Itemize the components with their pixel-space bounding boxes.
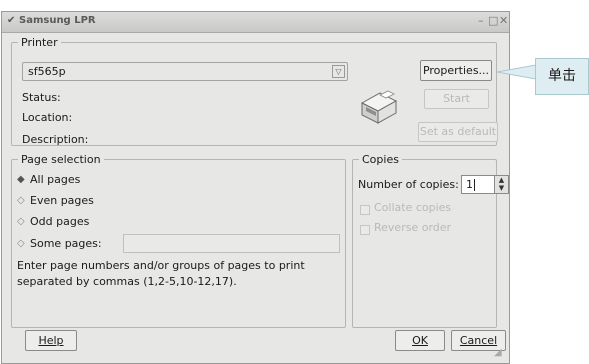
radio-unselected-icon: ◇ bbox=[17, 195, 25, 206]
set-as-default-button[interactable]: Set as default bbox=[418, 122, 498, 142]
radio-even-pages[interactable]: ◇ Even pages bbox=[12, 194, 332, 210]
page-selection-group: Page selection ◆ All pages ◇ Even pages … bbox=[11, 153, 346, 328]
number-of-copies-label: Number of copies: bbox=[358, 178, 459, 191]
radio-some-pages[interactable]: ◇ Some pages: bbox=[12, 237, 112, 253]
window-menu-icon[interactable]: ✔ bbox=[7, 15, 15, 26]
radio-selected-icon: ◆ bbox=[17, 174, 25, 185]
page-range-hint-2: separated by commas (1,2-5,10-12,17). bbox=[17, 275, 237, 288]
radio-unselected-icon: ◇ bbox=[17, 216, 25, 227]
collate-copies-checkbox[interactable] bbox=[360, 205, 370, 215]
description-label: Description: bbox=[22, 133, 89, 146]
page-selection-group-label: Page selection bbox=[21, 153, 101, 166]
reverse-order-checkbox[interactable] bbox=[360, 225, 370, 235]
resize-grip-icon[interactable]: ◢ bbox=[494, 347, 502, 358]
radio-label: Even pages bbox=[30, 194, 94, 207]
minimize-icon[interactable]: – bbox=[478, 14, 484, 27]
printer-group: Printer sf565p ▽ Status: Location: Descr… bbox=[11, 36, 498, 146]
ok-button[interactable]: OK bbox=[395, 330, 445, 351]
properties-button[interactable]: Properties... bbox=[420, 60, 492, 81]
spinner-arrows-icon[interactable]: ▲ ▼ bbox=[494, 176, 508, 193]
reverse-order-label: Reverse order bbox=[374, 221, 452, 234]
radio-label: Some pages: bbox=[30, 237, 102, 250]
copies-group-label: Copies bbox=[362, 153, 399, 166]
printer-group-label: Printer bbox=[21, 36, 58, 49]
radio-label: All pages bbox=[30, 173, 81, 186]
text-cursor bbox=[474, 179, 475, 191]
printer-select-value: sf565p bbox=[28, 65, 66, 78]
title-bar: ✔ Samsung LPR – □ ✕ bbox=[2, 12, 509, 33]
dropdown-arrow-icon[interactable]: ▽ bbox=[332, 65, 345, 78]
samsung-lpr-dialog: ✔ Samsung LPR – □ ✕ Printer sf565p ▽ Sta… bbox=[1, 11, 510, 364]
printer-select[interactable]: sf565p ▽ bbox=[22, 62, 348, 81]
copies-spinner[interactable]: 1 ▲ ▼ bbox=[461, 175, 509, 194]
callout-pointer bbox=[497, 64, 537, 80]
radio-unselected-icon: ◇ bbox=[17, 238, 25, 249]
window-title: Samsung LPR bbox=[19, 15, 96, 26]
radio-label: Odd pages bbox=[30, 215, 90, 228]
some-pages-input[interactable] bbox=[123, 234, 340, 253]
printer-icon bbox=[360, 90, 398, 124]
page-range-hint: Enter page numbers and/or groups of page… bbox=[17, 259, 305, 272]
radio-all-pages[interactable]: ◆ All pages bbox=[12, 173, 332, 189]
maximize-icon[interactable]: □ bbox=[488, 14, 498, 27]
click-annotation: 单击 bbox=[535, 58, 589, 95]
help-button[interactable]: Help bbox=[25, 330, 77, 351]
radio-odd-pages[interactable]: ◇ Odd pages bbox=[12, 215, 332, 231]
status-label: Status: bbox=[22, 91, 61, 104]
copies-value: 1 bbox=[466, 178, 473, 191]
close-icon[interactable]: ✕ bbox=[499, 14, 508, 27]
location-label: Location: bbox=[22, 111, 73, 124]
collate-copies-label: Collate copies bbox=[374, 201, 452, 214]
start-button[interactable]: Start bbox=[424, 89, 489, 109]
copies-group: Copies Number of copies: 1 ▲ ▼ Collate co… bbox=[352, 153, 509, 328]
